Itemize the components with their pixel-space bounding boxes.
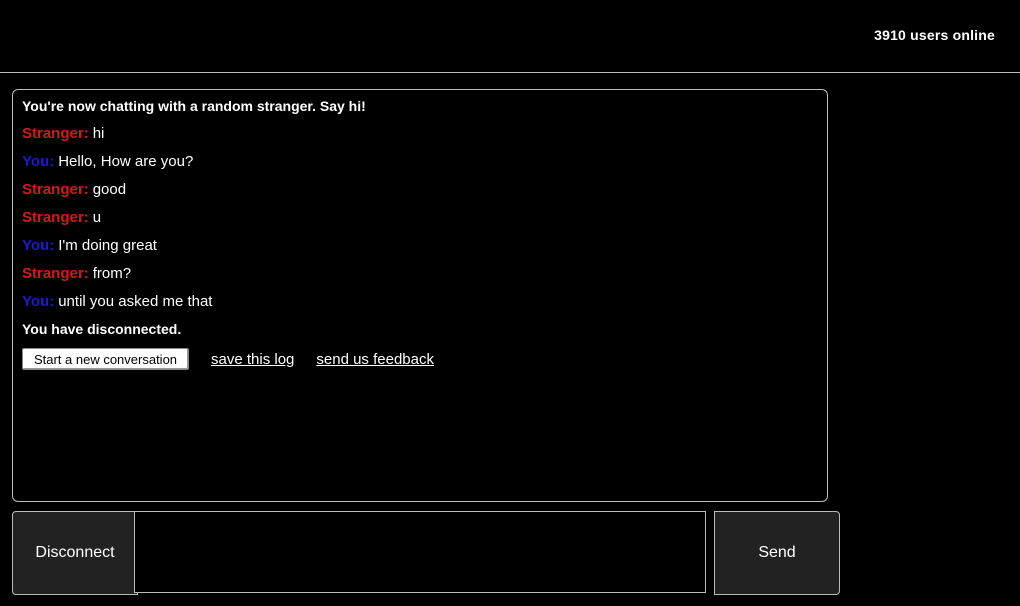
disconnected-status: You have disconnected. — [22, 321, 182, 337]
message-text: I'm doing great — [58, 237, 157, 254]
message-text: good — [92, 181, 127, 198]
chat-intro-message: You're now chatting with a random strang… — [22, 98, 366, 114]
message-text: Hello, How are you? — [58, 153, 194, 170]
message-text: from? — [92, 265, 132, 282]
chat-message: Stranger: u — [22, 209, 818, 227]
message-sender-you: You: — [22, 293, 55, 310]
chat-log: You're now chatting with a random strang… — [13, 90, 827, 370]
start-new-conversation-button[interactable]: Start a new conversation — [22, 348, 189, 370]
save-log-link[interactable]: save this log — [211, 351, 294, 368]
chat-message: Stranger: from? — [22, 265, 818, 283]
chat-message: Stranger: hi — [22, 125, 818, 143]
header-bar: 3910 users online — [0, 0, 1020, 73]
message-input[interactable] — [134, 511, 706, 593]
message-sender-stranger: Stranger: — [22, 181, 89, 198]
chat-message: Stranger: good — [22, 181, 818, 199]
message-text: until you asked me that — [58, 293, 213, 310]
message-sender-stranger: Stranger: — [22, 265, 89, 282]
message-sender-stranger: Stranger: — [22, 125, 89, 142]
chat-message: You: until you asked me that — [22, 293, 818, 311]
message-sender-you: You: — [22, 153, 55, 170]
message-text: hi — [92, 125, 105, 142]
disconnect-button[interactable]: Disconnect — [12, 511, 138, 595]
send-button[interactable]: Send — [714, 511, 840, 595]
chat-log-panel[interactable]: You're now chatting with a random strang… — [12, 89, 828, 502]
chat-message: You: Hello, How are you? — [22, 153, 818, 171]
message-text: u — [92, 209, 102, 226]
post-chat-actions: Start a new conversation save this log s… — [22, 348, 818, 370]
users-online-count: 3910 users online — [874, 27, 995, 43]
chat-message: You: I'm doing great — [22, 237, 818, 255]
send-feedback-link[interactable]: send us feedback — [316, 351, 434, 368]
message-sender-you: You: — [22, 237, 55, 254]
message-sender-stranger: Stranger: — [22, 209, 89, 226]
